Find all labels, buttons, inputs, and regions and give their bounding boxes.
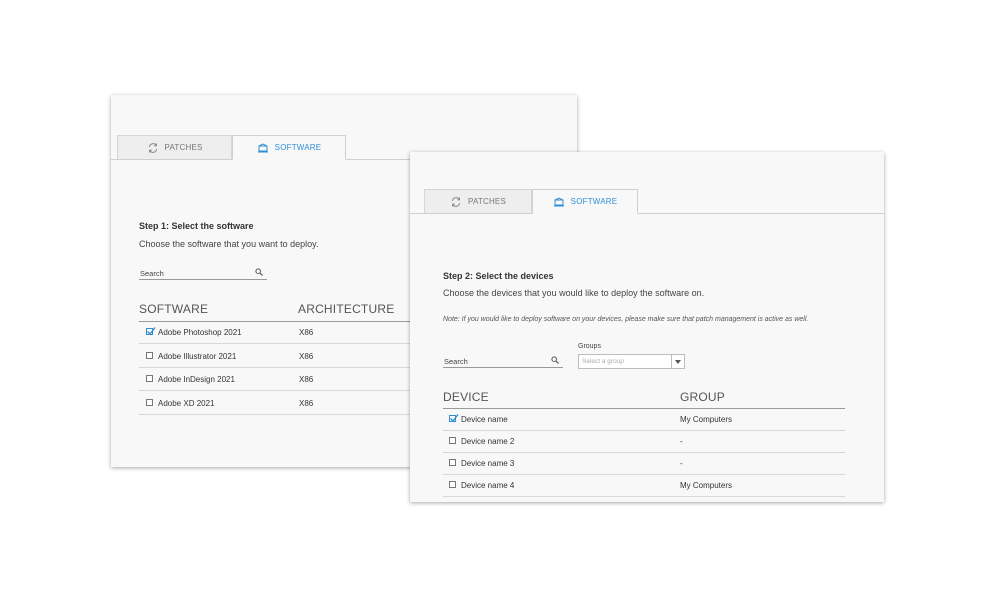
search-placeholder: Search — [140, 269, 164, 278]
column-header-group: GROUP — [680, 390, 726, 404]
software-search-input[interactable]: Search — [139, 267, 267, 280]
refresh-icon — [147, 142, 159, 154]
patch-management-note: Note: If you would like to deploy softwa… — [443, 316, 809, 323]
architecture-value: X86 — [299, 399, 314, 408]
device-name: Device name 3 — [461, 459, 515, 468]
architecture-value: X86 — [299, 352, 314, 361]
column-header-architecture: ARCHITECTURE — [298, 302, 395, 316]
device-selection-panel: PATCHES SOFTWARE Step 2: Select the devi… — [410, 152, 884, 502]
refresh-icon — [450, 196, 462, 208]
tab-patches[interactable]: PATCHES — [117, 135, 232, 159]
architecture-value: X86 — [299, 375, 314, 384]
column-header-software: SOFTWARE — [139, 302, 209, 316]
row-checkbox[interactable] — [146, 375, 153, 382]
group-value: My Computers — [680, 415, 733, 424]
tab-bar: PATCHES SOFTWARE — [410, 189, 884, 214]
table-row[interactable]: Device name 4 My Computers — [443, 475, 845, 497]
search-icon[interactable] — [551, 356, 559, 366]
tab-patches-label: PATCHES — [164, 143, 203, 152]
tab-software[interactable]: SOFTWARE — [532, 189, 638, 214]
table-row[interactable]: Device name 3 - — [443, 453, 845, 475]
group-select-placeholder: Select a group — [582, 358, 624, 365]
step-description: Choose the devices that you would like t… — [443, 288, 705, 298]
group-value: - — [680, 437, 683, 446]
row-checkbox[interactable] — [449, 414, 459, 423]
device-name: Device name 2 — [461, 437, 515, 446]
group-select[interactable]: Select a group — [578, 354, 685, 369]
group-value: - — [680, 459, 683, 468]
step-title: Step 2: Select the devices — [443, 271, 554, 281]
search-placeholder: Search — [444, 357, 468, 366]
column-header-device: DEVICE — [443, 390, 489, 404]
step-title: Step 1: Select the software — [139, 221, 254, 231]
row-checkbox[interactable] — [146, 352, 153, 359]
chevron-down-icon[interactable] — [671, 355, 684, 368]
device-name: Device name — [461, 415, 508, 424]
software-package-icon — [257, 142, 269, 153]
search-icon[interactable] — [255, 268, 263, 278]
table-row[interactable]: Device name My Computers — [443, 409, 845, 431]
checkmark-icon — [147, 327, 156, 336]
group-value: My Computers — [680, 481, 733, 490]
tab-software-label: SOFTWARE — [570, 197, 618, 206]
tab-patches[interactable]: PATCHES — [424, 189, 532, 213]
tab-patches-label: PATCHES — [468, 197, 506, 206]
software-name: Adobe Photoshop 2021 — [158, 328, 242, 337]
groups-label: Groups — [578, 343, 601, 350]
step-description: Choose the software that you want to dep… — [139, 239, 319, 249]
software-package-icon — [553, 196, 565, 207]
device-name: Device name 4 — [461, 481, 515, 490]
row-checkbox[interactable] — [146, 399, 153, 406]
tab-software-label: SOFTWARE — [274, 143, 322, 152]
row-checkbox[interactable] — [449, 481, 456, 488]
checkmark-icon — [450, 414, 459, 423]
row-checkbox[interactable] — [449, 459, 456, 466]
row-checkbox[interactable] — [449, 437, 456, 444]
device-search-input[interactable]: Search — [443, 355, 563, 368]
row-checkbox[interactable] — [146, 327, 156, 336]
software-name: Adobe InDesign 2021 — [158, 375, 235, 384]
tab-software[interactable]: SOFTWARE — [232, 135, 346, 160]
table-row[interactable]: Device name 2 - — [443, 431, 845, 453]
software-name: Adobe Illustrator 2021 — [158, 352, 237, 361]
software-name: Adobe XD 2021 — [158, 399, 215, 408]
architecture-value: X86 — [299, 328, 314, 337]
